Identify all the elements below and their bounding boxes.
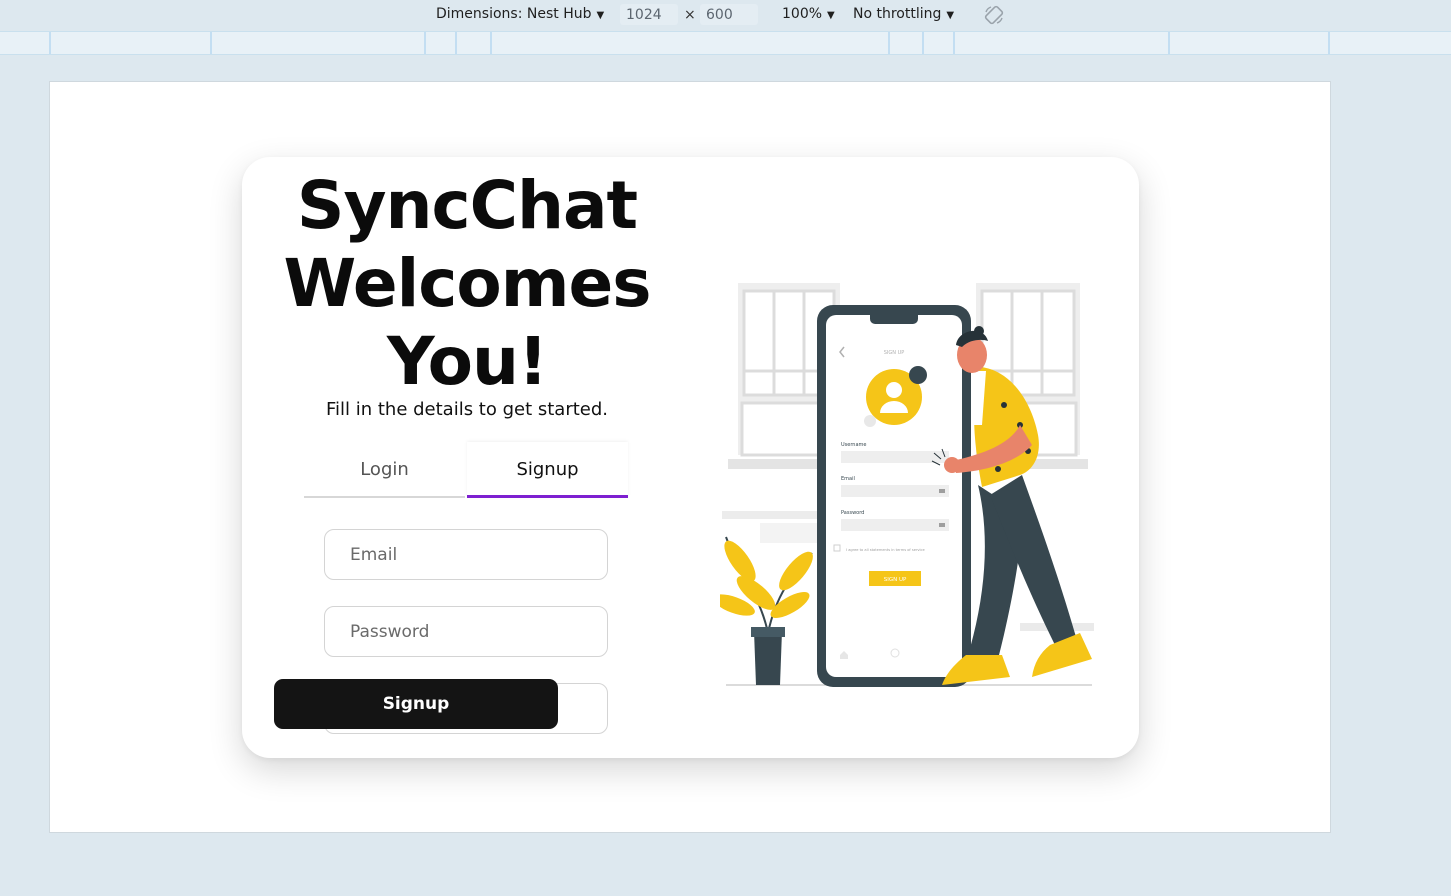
phone-icon: SIGN UP Username Email Password I agree … — [817, 305, 971, 687]
plant-icon — [720, 536, 813, 685]
ruler-marker — [953, 32, 955, 54]
ruler-marker — [922, 32, 924, 54]
email-field[interactable] — [324, 529, 608, 580]
illustration-password-label: Password — [841, 510, 864, 516]
ruler-marker — [210, 32, 212, 54]
tab-login[interactable]: Login — [304, 442, 465, 498]
auth-card: SyncChat Welcomes You! Fill in the detai… — [242, 157, 1139, 758]
media-query-ruler[interactable] — [0, 31, 1451, 55]
throttling-label: No throttling — [853, 6, 942, 22]
chevron-down-icon: ▼ — [946, 10, 955, 21]
desk-drawer — [760, 523, 820, 543]
height-input[interactable] — [700, 4, 758, 25]
ruler-marker — [1328, 32, 1330, 54]
page-subtitle: Fill in the details to get started. — [325, 399, 609, 420]
signup-button[interactable]: Signup — [274, 679, 558, 729]
tab-signup[interactable]: Signup — [467, 442, 628, 498]
ruler-marker — [49, 32, 51, 54]
device-viewport: SyncChat Welcomes You! Fill in the detai… — [49, 81, 1331, 833]
throttling-dropdown[interactable]: No throttling ▼ — [853, 6, 954, 22]
page-title: SyncChat Welcomes You! — [283, 167, 651, 400]
password-field[interactable] — [324, 606, 608, 657]
illustration-heading: SIGN UP — [884, 350, 905, 356]
ruler-marker — [424, 32, 426, 54]
ruler-marker — [1168, 32, 1170, 54]
auth-tabs: Login Signup — [304, 442, 628, 500]
dimension-separator: × — [684, 7, 696, 23]
zoom-label: 100% — [782, 6, 823, 22]
ruler-marker — [888, 32, 890, 54]
ruler-marker — [455, 32, 457, 54]
illustration-email-label: Email — [841, 476, 855, 482]
signup-illustration: SIGN UP Username Email Password I agree … — [720, 283, 1094, 687]
illustration-username-label: Username — [841, 442, 867, 448]
rotate-icon[interactable] — [983, 4, 1005, 26]
chevron-down-icon: ▼ — [827, 10, 835, 21]
illustration-button-label: SIGN UP — [884, 577, 907, 583]
dimensions-dropdown[interactable]: Dimensions: Nest Hub ▼ — [436, 6, 604, 22]
chevron-down-icon: ▼ — [596, 10, 605, 21]
width-input[interactable] — [620, 4, 678, 25]
dimensions-label: Dimensions: Nest Hub — [436, 6, 592, 22]
devtools-toolbar: Dimensions: Nest Hub ▼ × 100% ▼ No throttl… — [0, 0, 1451, 31]
illustration-terms-text: I agree to all statements in terms of se… — [846, 548, 925, 552]
zoom-dropdown[interactable]: 100% ▼ — [782, 6, 835, 22]
ruler-marker — [490, 32, 492, 54]
